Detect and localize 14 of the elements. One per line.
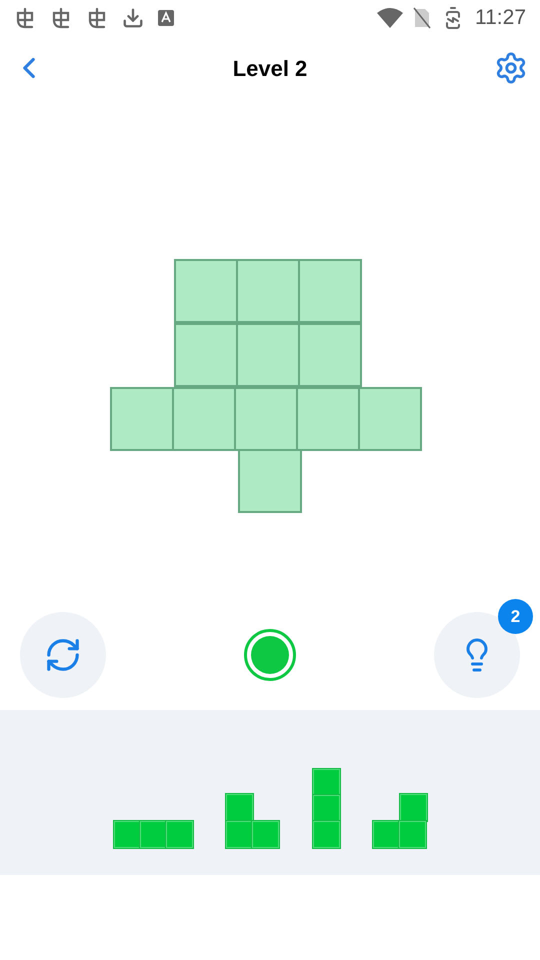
record-icon <box>244 629 296 681</box>
level-title: Level 2 <box>232 54 308 82</box>
status-time: 11:27 <box>475 5 526 32</box>
restart-icon <box>44 636 82 674</box>
notification-app-icon <box>14 7 36 29</box>
no-sim-icon <box>413 7 431 29</box>
notification-app-icon <box>86 7 108 29</box>
wifi-icon <box>377 7 403 29</box>
hint-count-badge: 2 <box>498 599 533 634</box>
notification-app-icon <box>50 7 72 29</box>
block-piece[interactable] <box>226 794 279 847</box>
block-piece[interactable] <box>373 794 426 847</box>
download-icon <box>122 7 144 29</box>
keyboard-icon <box>158 10 174 26</box>
